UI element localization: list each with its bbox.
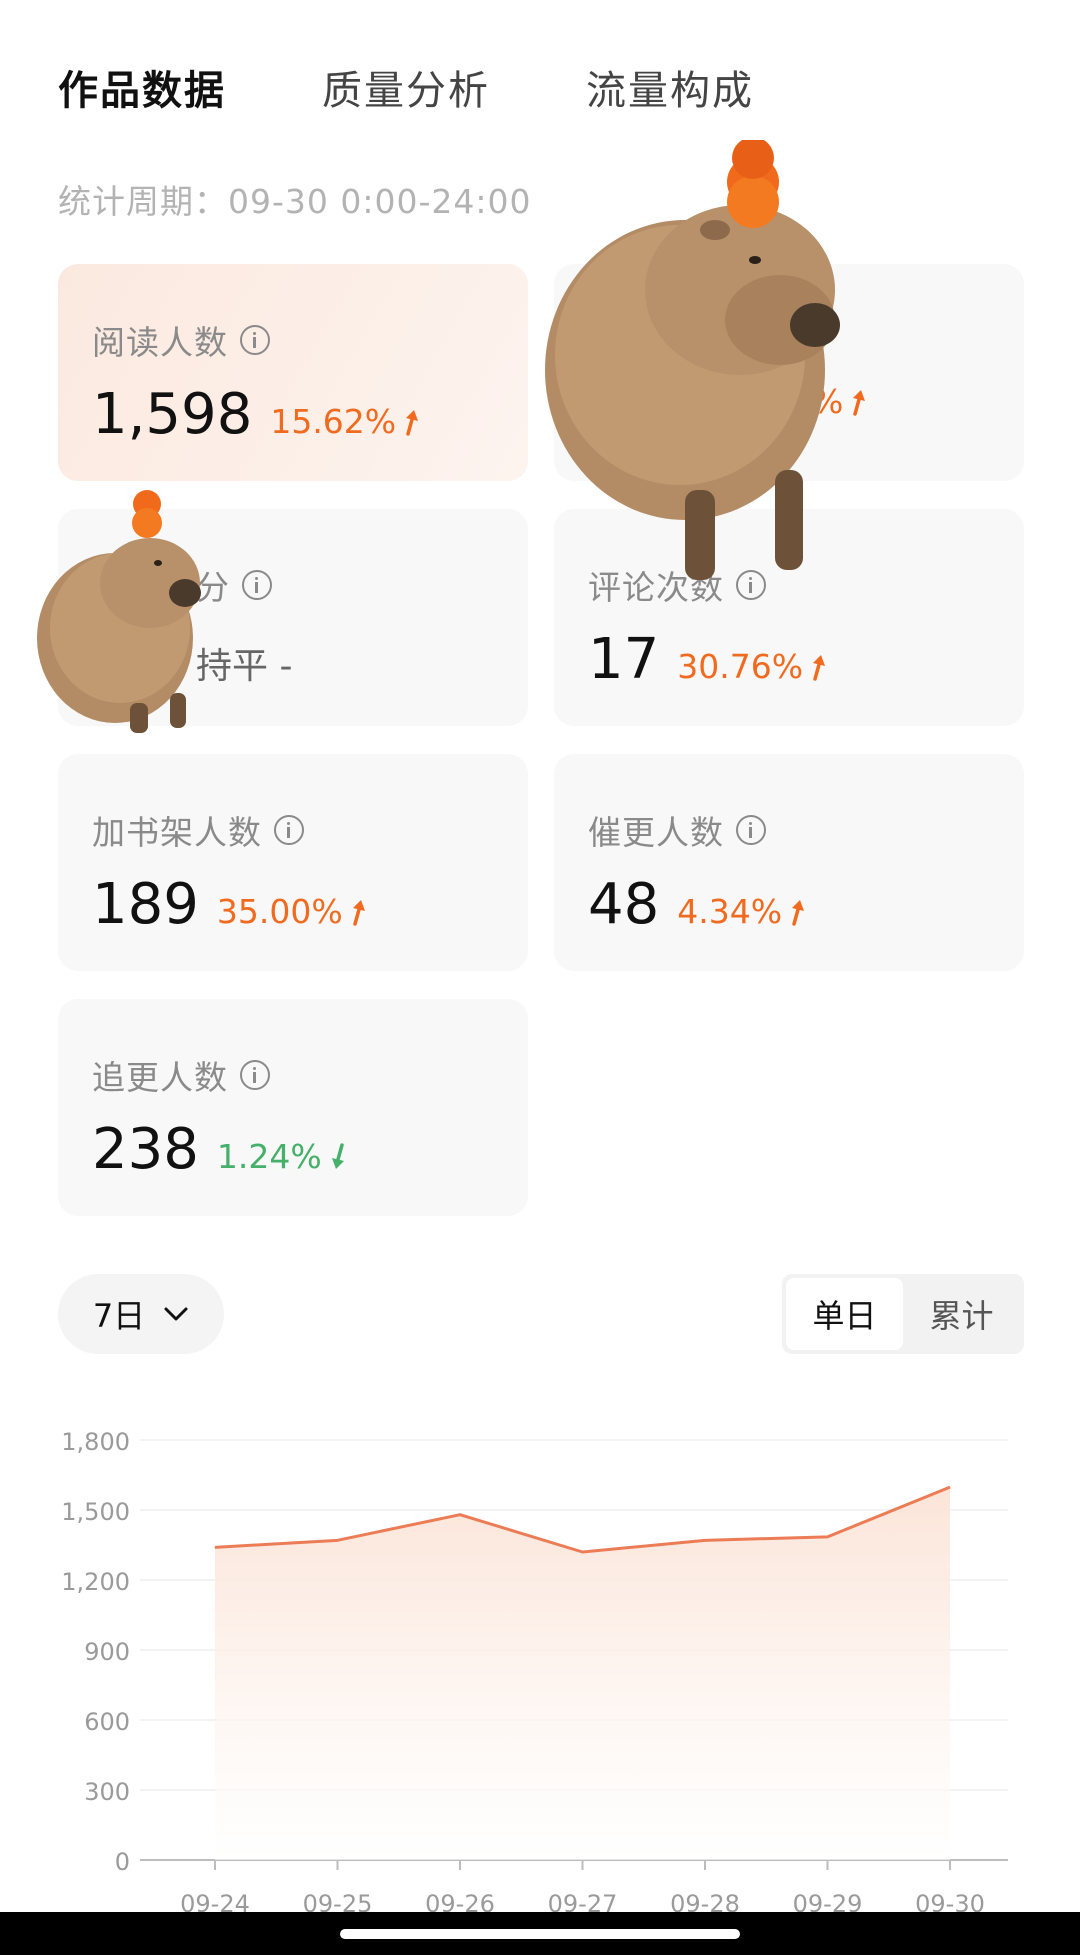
metric-card-follow[interactable]: 追更人数 238 1.24% [58,999,528,1216]
metric-change: 35.00% [217,892,369,931]
metric-value: 238 [92,1117,199,1182]
info-icon[interactable] [274,815,304,845]
capybara-sticker-small [37,490,201,733]
trend-down-icon [331,1142,344,1169]
mode-option-daily[interactable]: 单日 [786,1278,903,1350]
data-point[interactable] [214,1546,216,1548]
data-point[interactable] [949,1486,951,1488]
metric-change: 1.24% [217,1137,348,1176]
metric-card-bookshelf[interactable]: 加书架人数 189 35.00% [58,754,528,971]
mode-option-cumulative[interactable]: 累计 [903,1278,1020,1350]
readers-trend-chart: 03006009001,2001,5001,800 09-24 09-25 09-2… [61,1428,1008,1918]
y-tick-label: 1,800 [61,1428,130,1456]
info-icon[interactable] [242,570,272,600]
trend-up-icon [813,654,826,681]
metric-value: 1,598 [92,382,253,447]
area-fill [215,1487,950,1860]
y-tick-label: 300 [84,1778,130,1806]
data-point[interactable] [337,1539,338,1541]
info-icon[interactable] [240,1060,270,1090]
y-tick-label: 1,500 [61,1498,130,1526]
metric-value: 17 [588,627,660,692]
page: 作品数据 质量分析 流量构成 统计周期：09-30 0:00-24:00 阅读人… [0,0,1080,1955]
metric-card-readers[interactable]: 阅读人数 1,598 15.62% [58,264,528,481]
trend-up-icon [792,899,805,926]
tab-work-data[interactable]: 作品数据 [58,58,226,116]
info-icon[interactable] [736,815,766,845]
metric-label: 阅读人数 [92,323,228,362]
tab-bar: 作品数据 质量分析 流量构成 [58,58,754,116]
metric-value: 48 [588,872,660,937]
metric-card-urge[interactable]: 催更人数 48 4.34% [554,754,1024,971]
home-indicator[interactable] [340,1929,740,1939]
y-tick-label: 1,200 [61,1568,130,1596]
trend-up-icon [406,409,419,436]
metric-change: 15.62% [270,402,422,441]
metric-label: 加书架人数 [92,813,262,852]
metric-value: 189 [92,872,199,937]
range-dropdown[interactable]: 7日 [58,1274,224,1354]
metric-change: 4.34% [677,892,808,931]
y-tick-label: 900 [84,1638,130,1666]
info-icon[interactable] [240,325,270,355]
metric-change: 30.76% [677,647,829,686]
trend-up-icon [853,389,866,416]
capybara-sticker-large [545,140,840,580]
chevron-down-icon [164,1307,188,1321]
data-point[interactable] [704,1539,706,1541]
mode-toggle: 单日 累计 [782,1274,1024,1354]
stat-period: 统计周期：09-30 0:00-24:00 [58,182,532,221]
tab-traffic-composition[interactable]: 流量构成 [586,58,754,116]
metric-change: 持平 - [196,646,293,687]
tab-quality-analysis[interactable]: 质量分析 [322,58,490,116]
metric-label: 追更人数 [92,1058,228,1097]
y-tick-label: 0 [115,1848,130,1876]
range-label: 7日 [92,1297,146,1335]
y-tick-label: 600 [84,1708,130,1736]
data-point[interactable] [459,1514,461,1516]
trend-up-icon [352,899,365,926]
data-point[interactable] [827,1536,828,1538]
metric-label: 催更人数 [588,813,724,852]
data-point[interactable] [582,1551,583,1553]
